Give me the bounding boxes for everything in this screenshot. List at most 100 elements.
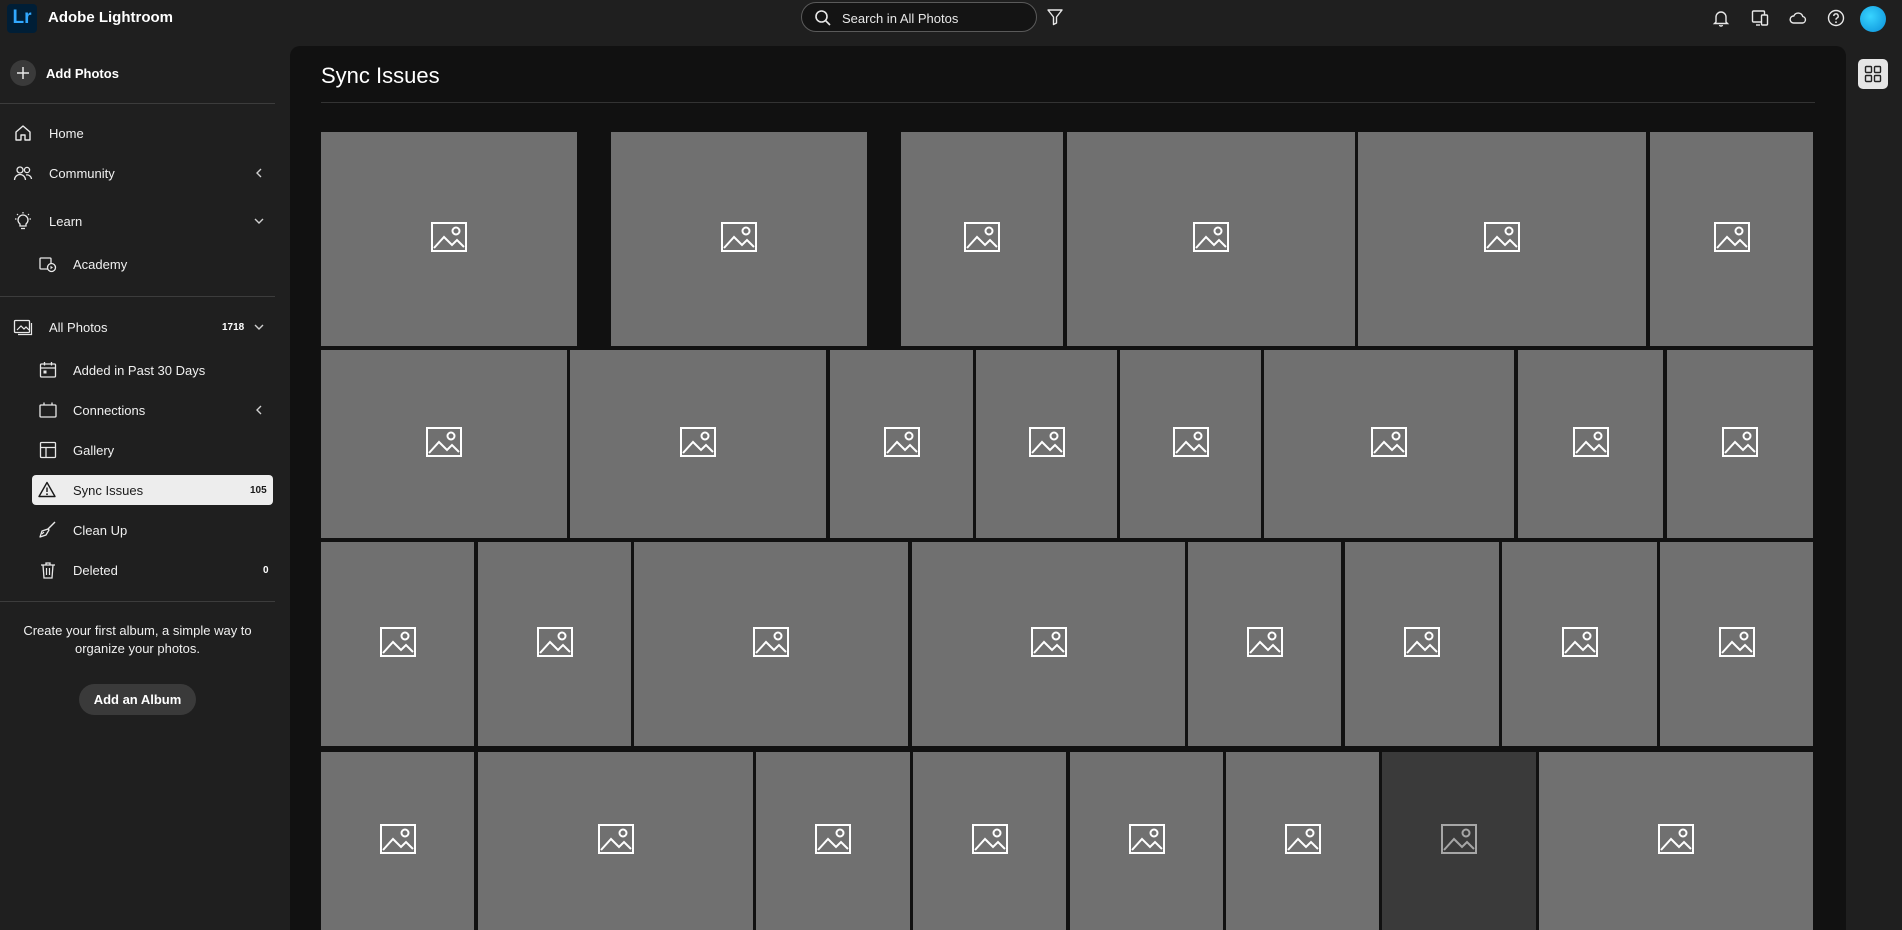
sidebar-item-connections[interactable]: Connections xyxy=(0,395,275,425)
avatar[interactable] xyxy=(1860,6,1886,32)
sidebar-divider xyxy=(0,103,275,104)
chevron-left-icon[interactable] xyxy=(253,167,265,179)
search-input[interactable] xyxy=(840,8,1029,28)
photo-tile[interactable] xyxy=(478,752,753,930)
sidebar-item-all-photos[interactable]: All Photos 1718 xyxy=(0,312,275,342)
photo-tile[interactable] xyxy=(1660,542,1813,746)
photo-tile[interactable] xyxy=(321,132,577,346)
image-placeholder-icon xyxy=(1172,426,1209,462)
title-divider xyxy=(321,102,1815,103)
sidebar-item-sync-issues[interactable]: Sync Issues 105 xyxy=(32,475,273,505)
image-placeholder-icon xyxy=(964,221,1000,257)
photo-tile[interactable] xyxy=(321,350,567,538)
lightroom-logo[interactable]: Lr xyxy=(7,4,37,33)
photos-icon xyxy=(13,319,33,336)
sidebar-item-label: Deleted xyxy=(73,562,118,578)
sidebar-item-added-recent[interactable]: Added in Past 30 Days xyxy=(0,355,275,385)
filter-icon[interactable] xyxy=(1046,8,1064,26)
photo-tile[interactable] xyxy=(634,542,908,746)
photo-tile[interactable] xyxy=(756,752,910,930)
sidebar-item-deleted[interactable]: Deleted 0 xyxy=(0,555,275,585)
sidebar-item-label: Community xyxy=(49,165,115,181)
album-promo-text: Create your first album, a simple way to… xyxy=(23,623,252,656)
image-placeholder-icon xyxy=(1284,823,1321,859)
sidebar-item-learn[interactable]: Learn xyxy=(0,206,275,236)
help-icon[interactable] xyxy=(1826,8,1846,28)
image-placeholder-icon xyxy=(379,823,416,859)
chevron-down-icon[interactable] xyxy=(253,215,265,227)
image-placeholder-icon xyxy=(680,426,716,462)
warning-icon xyxy=(38,481,56,498)
sidebar-item-academy[interactable]: Academy xyxy=(0,249,275,279)
sidebar-item-clean-up[interactable]: Clean Up xyxy=(0,515,275,545)
photo-tile[interactable] xyxy=(1226,752,1379,930)
sidebar-item-gallery[interactable]: Gallery xyxy=(0,435,275,465)
photo-tile[interactable] xyxy=(1120,350,1261,538)
photo-tile[interactable] xyxy=(1067,132,1355,346)
add-photos-button[interactable]: Add Photos xyxy=(10,60,119,86)
photo-tile[interactable] xyxy=(1345,542,1499,746)
sidebar-item-label: Home xyxy=(49,125,84,141)
add-album-button[interactable]: Add an Album xyxy=(79,684,196,715)
image-placeholder-icon xyxy=(536,626,573,662)
photo-tile[interactable] xyxy=(1070,752,1223,930)
main-panel: Sync Issues xyxy=(290,46,1846,930)
sidebar-divider xyxy=(0,296,275,297)
chevron-down-icon[interactable] xyxy=(253,321,265,333)
image-placeholder-icon xyxy=(1030,626,1067,662)
image-placeholder-icon xyxy=(1484,221,1520,257)
photo-tile[interactable] xyxy=(1382,752,1536,930)
image-placeholder-icon xyxy=(426,426,462,462)
sidebar-item-label: Connections xyxy=(73,402,146,418)
photo-tile[interactable] xyxy=(912,542,1185,746)
search-icon xyxy=(815,10,831,26)
photo-tile[interactable] xyxy=(913,752,1066,930)
image-placeholder-icon xyxy=(815,823,851,859)
photo-tile[interactable] xyxy=(901,132,1063,346)
sidebar-item-home[interactable]: Home xyxy=(0,118,275,148)
image-placeholder-icon xyxy=(1128,823,1165,859)
bell-icon[interactable] xyxy=(1711,8,1731,28)
add-photos-label: Add Photos xyxy=(46,65,119,81)
photo-tile[interactable] xyxy=(1264,350,1514,538)
photo-tile[interactable] xyxy=(321,542,474,746)
sidebar-item-community[interactable]: Community xyxy=(0,158,275,188)
devices-icon[interactable] xyxy=(1750,8,1770,28)
photo-tile[interactable] xyxy=(1358,132,1646,346)
image-placeholder-icon xyxy=(1658,823,1694,859)
community-icon xyxy=(13,166,33,181)
sidebar-divider xyxy=(0,601,275,602)
image-placeholder-icon xyxy=(431,221,467,257)
sidebar-item-label: Learn xyxy=(49,213,83,229)
photo-tile[interactable] xyxy=(1502,542,1657,746)
image-placeholder-icon xyxy=(1028,426,1065,462)
photo-tile[interactable] xyxy=(1667,350,1813,538)
photo-tile[interactable] xyxy=(1539,752,1813,930)
image-placeholder-icon xyxy=(1561,626,1598,662)
chevron-left-icon[interactable] xyxy=(253,404,265,416)
broom-icon xyxy=(39,521,56,538)
photo-tile[interactable] xyxy=(976,350,1117,538)
photo-tile[interactable] xyxy=(1188,542,1341,746)
photo-tile[interactable] xyxy=(1650,132,1813,346)
grid-view-button[interactable] xyxy=(1858,59,1888,89)
search-box[interactable] xyxy=(801,2,1037,32)
sidebar-item-label: Added in Past 30 Days xyxy=(73,362,206,378)
sync-issues-count: 105 xyxy=(250,484,267,496)
photo-tile[interactable] xyxy=(570,350,826,538)
photo-tile[interactable] xyxy=(830,350,973,538)
sidebar-item-label: Gallery xyxy=(73,442,115,458)
image-placeholder-icon xyxy=(883,426,920,462)
image-placeholder-icon xyxy=(597,823,634,859)
photo-tile[interactable] xyxy=(611,132,867,346)
image-placeholder-icon xyxy=(1441,823,1477,859)
photo-tile[interactable] xyxy=(321,752,474,930)
image-placeholder-icon xyxy=(1718,626,1755,662)
home-icon xyxy=(15,125,31,141)
plus-icon xyxy=(10,60,36,86)
image-placeholder-icon xyxy=(1722,426,1758,462)
photo-tile[interactable] xyxy=(1518,350,1663,538)
image-placeholder-icon xyxy=(1572,426,1609,462)
photo-tile[interactable] xyxy=(478,542,631,746)
cloud-icon[interactable] xyxy=(1788,8,1808,28)
